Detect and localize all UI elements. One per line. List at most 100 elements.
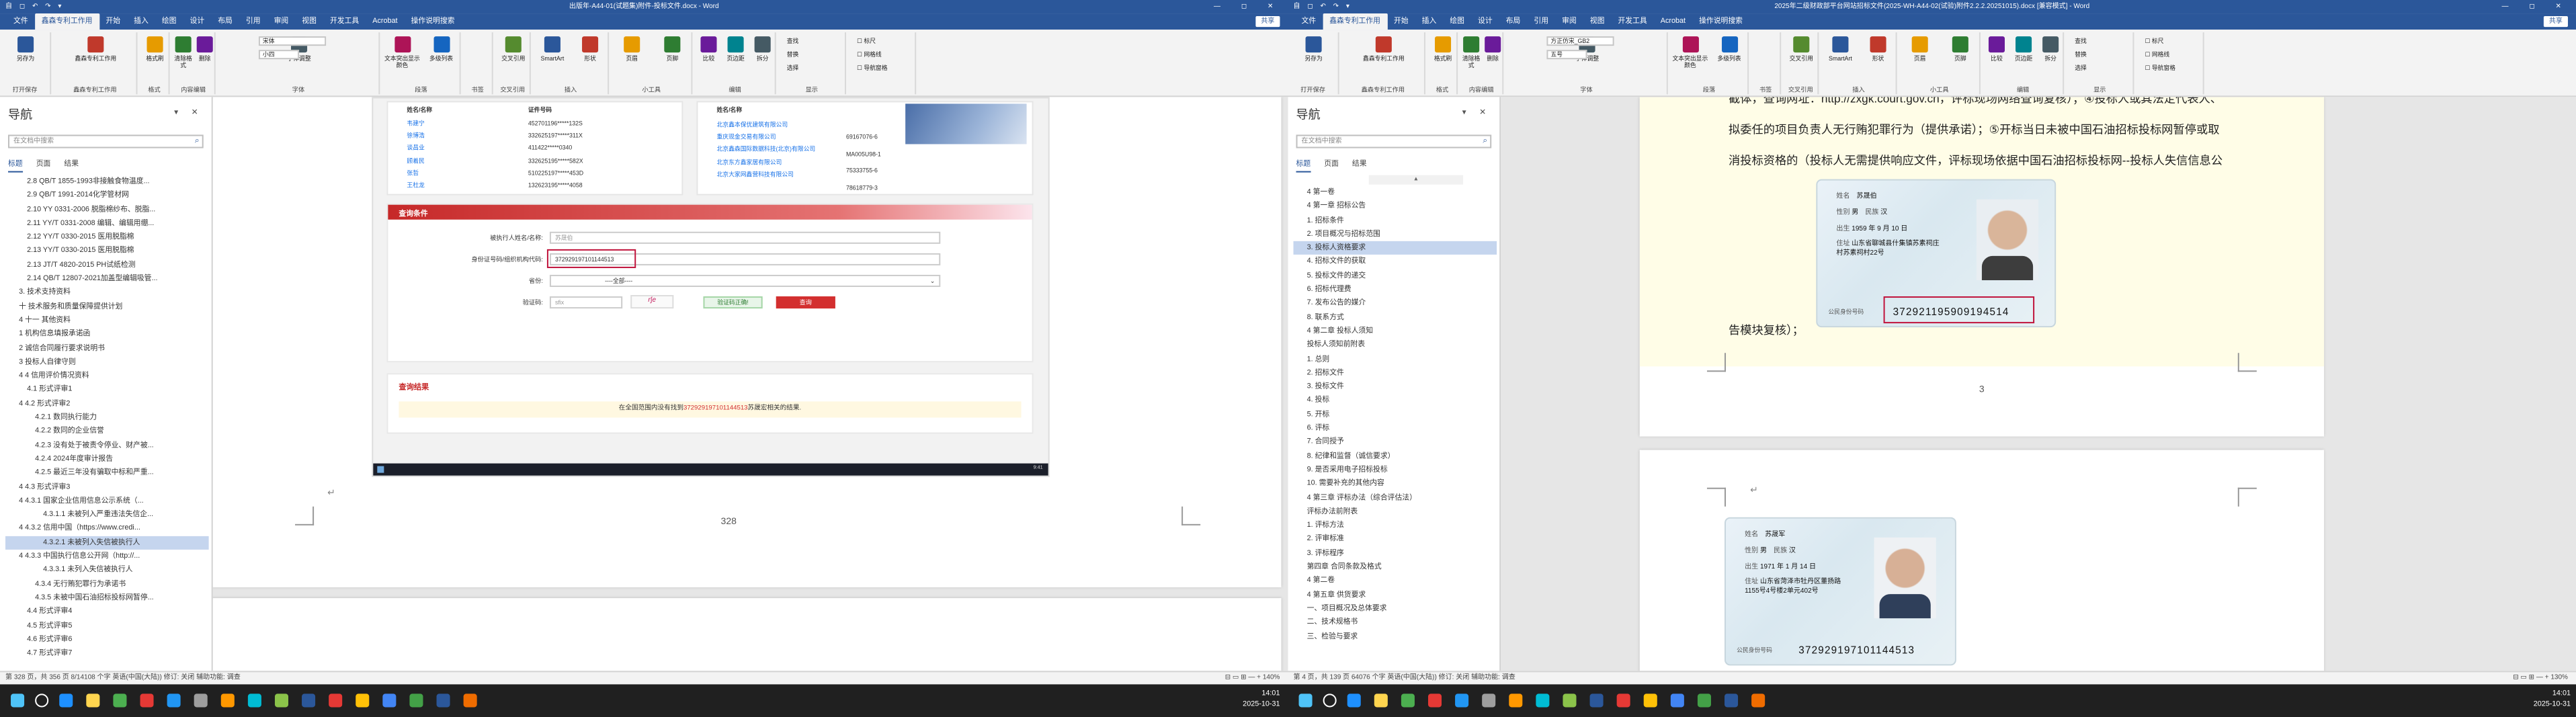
taskbar-app-icon[interactable] [1563,693,1577,708]
font-size-dropdown[interactable]: 五号 [1546,50,1587,60]
nav-heading-item[interactable]: 1. 评标方法 [1294,519,1497,533]
taskbar-app-icon[interactable] [194,693,208,708]
nav-heading-item[interactable]: 10. 需要补充的其他内容 [1294,477,1497,491]
nav-heading-item[interactable]: 4.2.5 最近三年没有骗取中标和严重... [5,466,209,480]
ribbon-button[interactable]: 多级列表 [421,36,460,62]
tab-10[interactable]: 开发工具 [1611,13,1653,30]
tab-11[interactable]: Acrobat [366,13,404,30]
tab-6[interactable]: 布局 [211,13,239,30]
nav-heading-item[interactable]: 4 4.3.1 国家企业信用信息公示系统（... [5,494,209,508]
nav-heading-item[interactable]: 3. 技术支持资料 [5,286,209,300]
font-name-dropdown[interactable]: 方正仿宋_GB2 [1546,36,1614,46]
ribbon-button[interactable]: 比较 [1983,36,2010,62]
taskbar-app-icon[interactable] [140,693,154,708]
nav-heading-item[interactable]: 4.3.2.1 未被列入失信被执行人 [5,536,209,550]
nav-tab-2[interactable]: 结果 [64,158,79,171]
nav-heading-item[interactable]: 2.14 QB/T 12807-2021加盖型编辑吸管... [5,272,209,286]
nav-heading-item[interactable]: 4.4 形式评审4 [5,605,209,620]
nav-heading-item[interactable]: 2.13 JT/T 4820-2015 PH试纸检测 [5,258,209,272]
nav-scroll-up[interactable]: ▴ [1368,175,1464,185]
nav-heading-item[interactable]: 3 投标人自律守则 [5,355,209,370]
taskbar-app-icon[interactable] [1536,693,1550,708]
show-option-1[interactable]: ☐ 网格线 [857,51,882,59]
nav-heading-item[interactable]: 8. 纪律和监督（诚信要求） [1294,450,1497,464]
tab-2[interactable]: 开始 [99,13,127,30]
font-name-dropdown[interactable]: 宋体 [258,36,327,46]
zoom-controls[interactable]: ⊟ ▭ ⊞ — + 130% [2513,672,2568,684]
share-button[interactable]: 共享 [2543,16,2568,28]
search-icon[interactable]: ⌕ [195,136,200,148]
nav-heading-item[interactable]: 十 技术服务和质量保障提供计划 [5,300,209,314]
ribbon-button[interactable]: 形状 [1859,36,1897,62]
nav-heading-item[interactable]: 7. 发布公告的媒介 [1294,297,1497,311]
search-icon[interactable] [35,693,49,708]
ribbon-button[interactable]: 另存为 [0,36,51,62]
ribbon-button[interactable]: 多级列表 [1710,36,1749,62]
ribbon-button[interactable]: 形状 [571,36,609,62]
verify-button[interactable]: 验证码正确! [703,296,763,309]
taskbar-app-icon[interactable] [302,693,316,708]
ribbon-button[interactable]: SmartArt [1821,36,1859,62]
nav-heading-item[interactable]: 4 十一 其他资料 [5,314,209,328]
tab-3[interactable]: 插入 [1415,13,1444,30]
document-area[interactable]: 姓名/名称 证件号码 韦建宁 452701196*****132S 徐博浩 3326251… [212,97,1288,671]
taskbar-app-icon[interactable] [1725,693,1739,708]
taskbar-app-icon[interactable] [1427,693,1442,708]
ribbon-button[interactable]: 另存为 [1288,36,1339,62]
share-button[interactable]: 共享 [1255,16,1280,28]
nav-heading-item[interactable]: 4 4.2 形式评审2 [5,397,209,411]
nav-pane-controls[interactable]: ▾ ✕ [174,108,204,117]
tab-8[interactable]: 审阅 [267,13,296,30]
nav-heading-item[interactable]: 4.3.3.1 未列入失信被执行人 [5,564,209,578]
ribbon-button[interactable]: 文本突出显示颜色 [382,36,421,69]
nav-heading-item[interactable]: 4.3.1.1 未被列入严重违法失信企... [5,508,209,522]
nav-heading-item[interactable]: 5. 开标 [1294,408,1497,422]
nav-heading-item[interactable]: 4 第五章 供货要求 [1294,588,1497,602]
nav-heading-item[interactable]: 4.7 形式评审7 [5,646,209,661]
nav-heading-item[interactable]: 1. 招标条件 [1294,214,1497,228]
search-button[interactable]: 查询 [776,296,835,309]
nav-heading-item[interactable]: 3. 投标人资格要求 [1293,241,1497,255]
taskbar-app-icon[interactable] [1509,693,1523,708]
edit-command-0[interactable]: 查找 [2075,38,2087,46]
taskbar-app-icon[interactable] [1482,693,1496,708]
nav-heading-item[interactable]: 4 第二卷 [1294,575,1497,589]
edit-command-1[interactable]: 替换 [2075,51,2087,59]
show-option-2[interactable]: ☐ 导航窗格 [857,65,888,73]
ribbon-button[interactable]: 页眉 [1900,36,1940,62]
nav-tab-2[interactable]: 结果 [1352,158,1367,171]
window-controls[interactable]: — ◻ ✕ [1214,0,1282,13]
nav-heading-item[interactable]: 7. 合同授予 [1294,435,1497,450]
show-option-0[interactable]: ☐ 标尺 [857,38,876,46]
ribbon-button[interactable]: 拆分 [2037,36,2064,62]
nav-heading-item[interactable]: 投标人须知前附表 [1294,339,1497,353]
nav-heading-item[interactable]: 4.1 形式评审1 [5,383,209,397]
taskbar-app-icon[interactable] [167,693,181,708]
ribbon-button[interactable]: 页边距 [2010,36,2037,62]
tab-6[interactable]: 布局 [1499,13,1528,30]
edit-command-0[interactable]: 查找 [787,38,799,46]
taskbar-app-icon[interactable] [1616,693,1630,708]
ribbon-button[interactable]: 交叉引用 [1784,36,1819,62]
nav-heading-item[interactable]: 4.2.2 数同的企业信誉 [5,425,209,439]
nav-heading-item[interactable]: 4 第二章 投标人须知 [1294,325,1497,339]
start-icon[interactable] [11,693,25,708]
ribbon-button[interactable]: 删除 [1482,36,1503,62]
nav-heading-item[interactable]: 4.2.1 数同执行能力 [5,411,209,425]
tab-11[interactable]: Acrobat [1654,13,1692,30]
nav-heading-item[interactable]: 2.11 YY/T 0331-2008 编辑、编辑用绷... [5,217,209,231]
nav-heading-item[interactable]: 4.2.3 没有处于被责令停业、财产被... [5,439,209,453]
taskbar-app-icon[interactable] [1697,693,1711,708]
nav-heading-item[interactable]: 评标办法前附表 [1294,505,1497,519]
document-area[interactable]: 截体，查询网址：http://zxgk.court.gov.cn，评标现场网络查… [1501,97,2576,671]
nav-heading-item[interactable]: 2.13 YY/T 0330-2015 医用脱脂棉 [5,245,209,259]
window-controls[interactable]: — ◻ ✕ [2501,0,2570,13]
tray-clock-left[interactable]: 14:01 2025-10-31 [1239,688,1280,710]
ribbon-button[interactable]: 删除 [194,36,216,62]
taskbar-app-icon[interactable] [1643,693,1657,708]
ribbon-button[interactable]: 页眉 [612,36,652,62]
taskbar-app-icon[interactable] [247,693,261,708]
nav-heading-item[interactable]: 4 4.3.3 中国执行信息公开网（http://... [5,550,209,564]
ribbon-button[interactable]: 比较 [695,36,722,62]
nav-heading-item[interactable]: 2.10 YY 0331-2006 脱脂棉纱布、脱脂... [5,203,209,217]
